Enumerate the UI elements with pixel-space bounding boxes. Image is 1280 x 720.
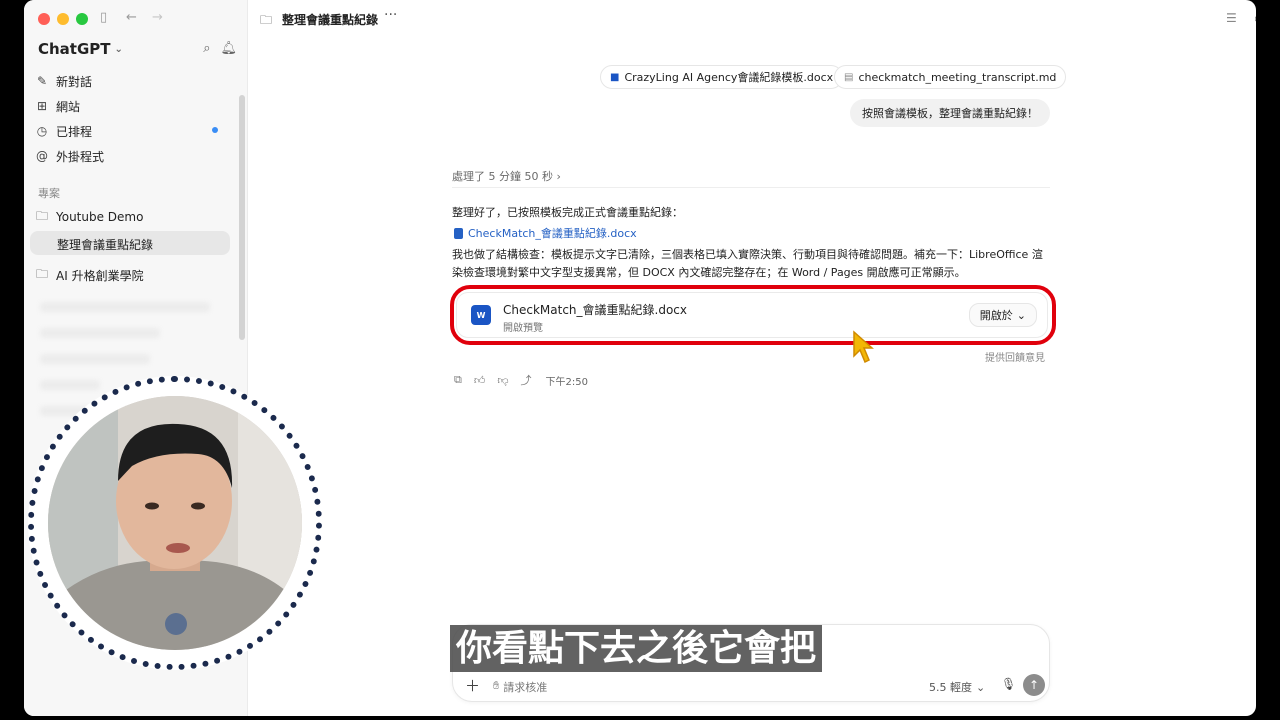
video-subtitle: 你看點下去之後它會把 xyxy=(450,625,823,672)
user-message: 按照會議模板，整理會議重點紀錄！ xyxy=(850,99,1050,127)
attachment-chip[interactable]: ■ CrazyLing AI Agency會議紀錄模板.docx xyxy=(600,65,844,89)
hand-icon: ✋︎ xyxy=(493,679,500,692)
chevron-down-icon: ⌄ xyxy=(114,43,123,55)
thumbs-up-icon[interactable]: 👍︎ xyxy=(474,374,486,387)
list-icon[interactable]: ☰ xyxy=(1226,11,1237,25)
sidebar-project-youtube-demo[interactable]: 🗀︎ Youtube Demo xyxy=(36,207,143,227)
highlight-ring xyxy=(450,285,1056,345)
presenter-illustration xyxy=(48,396,302,650)
file-link[interactable]: CheckMatch_會議重點紀錄.docx xyxy=(454,225,637,241)
feedback-link[interactable]: 提供回饋意見 xyxy=(985,349,1045,364)
docx-file-icon xyxy=(454,227,463,239)
panel-icon[interactable]: ▭ xyxy=(1254,11,1256,25)
model-selector[interactable]: 5.5 輕度 ⌄ xyxy=(929,679,985,695)
chevron-down-icon: ⌄ xyxy=(976,680,986,694)
edit-icon: ✎ xyxy=(36,74,48,88)
minimize-window-button[interactable] xyxy=(57,13,69,25)
more-options-button[interactable]: ··· xyxy=(384,7,397,23)
app-name-menu[interactable]: ChatGPT ⌄ xyxy=(38,40,123,58)
copy-icon[interactable]: ⧉ xyxy=(454,373,462,387)
message-actions: ⧉ 👍︎ 👎︎ ⤴ 下午2:50 xyxy=(454,372,588,388)
sidebar-item-label: Youtube Demo xyxy=(56,210,144,224)
search-icon[interactable]: ⌕ xyxy=(203,41,210,56)
sidebar-item-new-chat[interactable]: ✎ 新對話 xyxy=(36,71,92,91)
at-icon: @ xyxy=(36,149,48,163)
sidebar-item-scheduled[interactable]: ◷ 已排程 xyxy=(36,121,92,141)
file-link-label: CheckMatch_會議重點紀錄.docx xyxy=(468,227,637,240)
window-controls xyxy=(38,13,88,25)
text-file-icon: ▤ xyxy=(844,71,854,83)
assistant-body: 我也做了結構檢查：模板提示文字已清除，三個表格已填入實際決策、行動項目與待確認問… xyxy=(452,248,1043,279)
send-button[interactable]: ↑ xyxy=(1023,674,1045,696)
sidebar-tools: ⌕ 🔔︎ xyxy=(203,41,237,56)
thumbs-down-icon[interactable]: 👎︎ xyxy=(497,374,508,387)
clock-icon: ◷ xyxy=(36,124,48,138)
folder-icon: 🗀︎ xyxy=(260,13,273,27)
grid-icon: ⊞ xyxy=(36,99,48,113)
sidebar-item-label: AI 升格創業學院 xyxy=(56,268,144,283)
app-name: ChatGPT xyxy=(38,40,111,58)
bell-icon[interactable]: 🔔︎ xyxy=(220,41,237,56)
model-label: 5.5 輕度 xyxy=(929,681,972,694)
sidebar-scrollbar[interactable] xyxy=(239,95,245,340)
message-time: 下午2:50 xyxy=(545,376,588,388)
approval-placeholder: 請求核准 xyxy=(503,681,548,694)
attachment-label: checkmatch_meeting_transcript.md xyxy=(858,70,1057,84)
microphone-icon[interactable]: 🎙︎ xyxy=(1001,677,1016,691)
zoom-window-button[interactable] xyxy=(76,13,88,25)
sidebar-item-plugins[interactable]: @ 外掛程式 xyxy=(36,146,104,166)
sidebar-toggle-icon[interactable]: ▯ xyxy=(100,10,107,25)
sidebar-project-ai-academy[interactable]: 🗀︎ AI 升格創業學院 xyxy=(36,265,144,285)
webcam-overlay xyxy=(28,376,322,670)
attachment-chip[interactable]: ▤ checkmatch_meeting_transcript.md xyxy=(834,65,1067,89)
folder-icon: 🗀︎ xyxy=(36,208,49,223)
top-bar: 🗀︎ 整理會議重點紀錄 ··· ☰ ▭ xyxy=(248,0,1256,36)
close-window-button[interactable] xyxy=(38,13,50,25)
sidebar-item-sites[interactable]: ⊞ 網站 xyxy=(36,96,80,116)
chevron-right-icon: › xyxy=(556,170,561,183)
sidebar-item-label: 網站 xyxy=(56,99,81,114)
sidebar-item-label: 外掛程式 xyxy=(56,149,105,164)
processing-time: 處理了 5 分鐘 50 秒 xyxy=(452,170,553,183)
processing-time-toggle[interactable]: 處理了 5 分鐘 50 秒 › xyxy=(452,168,561,184)
notification-dot xyxy=(212,127,218,133)
mouse-cursor-icon xyxy=(853,330,874,364)
presenter-video xyxy=(48,396,302,650)
folder-icon: 🗀︎ xyxy=(36,266,49,281)
share-icon[interactable]: ⤴ xyxy=(521,372,532,388)
forward-arrow-icon[interactable]: → xyxy=(152,10,163,25)
page-title: 整理會議重點紀錄 xyxy=(282,13,379,27)
attachment-label: CrazyLing AI Agency會議紀錄模板.docx xyxy=(624,71,834,84)
sidebar-item-label: 新對話 xyxy=(56,74,93,89)
divider xyxy=(452,187,1050,188)
assistant-intro: 整理好了，已按照模板完成正式會議重點紀錄： xyxy=(452,206,683,219)
projects-section-label: 專案 xyxy=(38,187,60,200)
back-arrow-icon[interactable]: ← xyxy=(126,10,137,25)
sidebar-chat-label: 整理會議重點紀錄 xyxy=(57,238,154,252)
approval-input[interactable]: ✋︎ 請求核准 xyxy=(493,679,547,695)
add-attachment-button[interactable]: ＋ xyxy=(465,675,480,696)
sidebar-item-label: 已排程 xyxy=(56,124,93,139)
docx-file-icon: ■ xyxy=(610,71,620,83)
